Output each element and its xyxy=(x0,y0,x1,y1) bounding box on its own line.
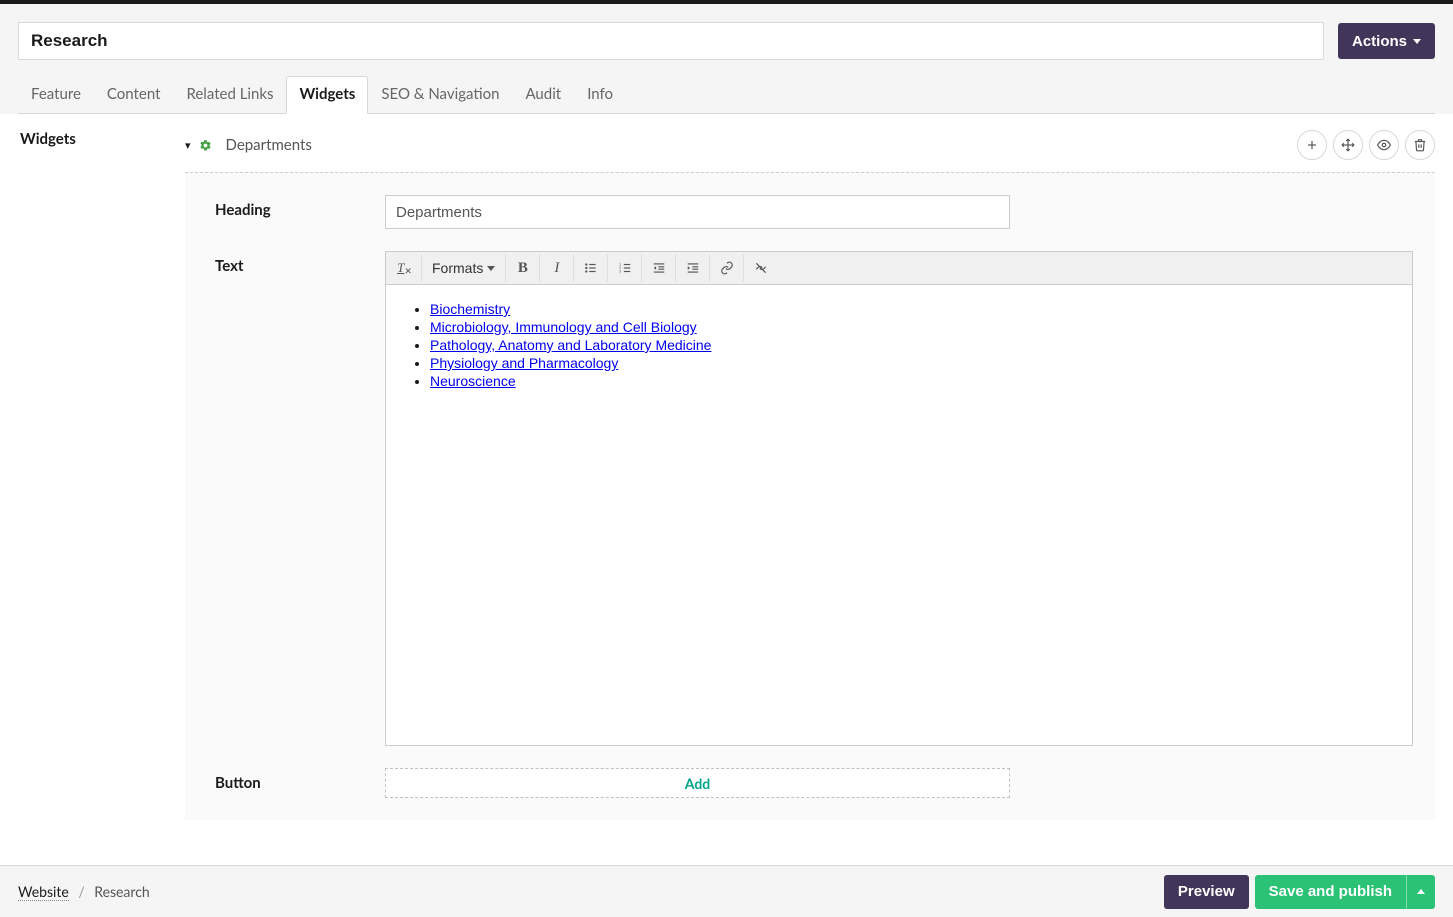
rich-text-editor: T✕ Formats B I 1 xyxy=(385,251,1413,746)
rte-toolbar: T✕ Formats B I 1 xyxy=(386,252,1412,285)
save-and-publish-button[interactable]: Save and publish xyxy=(1255,875,1406,909)
rte-content-area[interactable]: Biochemistry Microbiology, Immunology an… xyxy=(386,285,1412,745)
add-button-action[interactable]: Add xyxy=(385,768,1010,798)
tab-audit[interactable]: Audit xyxy=(512,76,574,114)
rte-clear-formatting-button[interactable]: T✕ xyxy=(388,254,422,282)
page-title-input[interactable] xyxy=(18,22,1324,60)
caret-down-icon xyxy=(1413,39,1421,44)
rte-bold-button[interactable]: B xyxy=(506,254,540,282)
tab-related-links[interactable]: Related Links xyxy=(173,76,286,114)
rte-italic-button[interactable]: I xyxy=(540,254,574,282)
rte-indent-button[interactable] xyxy=(676,254,710,282)
content-link[interactable]: Physiology and Pharmacology xyxy=(430,355,618,371)
tab-seo-navigation[interactable]: SEO & Navigation xyxy=(368,76,512,114)
preview-button[interactable]: Preview xyxy=(1164,875,1249,909)
move-widget-button[interactable] xyxy=(1333,130,1363,160)
caret-down-icon xyxy=(487,266,495,271)
widget-name: Departments xyxy=(226,136,312,154)
actions-label: Actions xyxy=(1352,33,1407,50)
section-title: Widgets xyxy=(20,130,185,148)
tab-info[interactable]: Info xyxy=(574,76,626,114)
breadcrumb-root-link[interactable]: Website xyxy=(18,883,69,901)
add-label: Add xyxy=(685,775,710,792)
heading-input[interactable] xyxy=(385,195,1010,229)
text-label: Text xyxy=(215,251,385,746)
content-link[interactable]: Microbiology, Immunology and Cell Biolog… xyxy=(430,319,697,335)
rte-outdent-button[interactable] xyxy=(642,254,676,282)
breadcrumb: Website / Research xyxy=(18,883,150,900)
preview-widget-button[interactable] xyxy=(1369,130,1399,160)
delete-widget-button[interactable] xyxy=(1405,130,1435,160)
content-link[interactable]: Pathology, Anatomy and Laboratory Medici… xyxy=(430,337,711,353)
rte-formats-dropdown[interactable]: Formats xyxy=(422,254,506,282)
add-widget-button[interactable] xyxy=(1297,130,1327,160)
actions-dropdown-button[interactable]: Actions xyxy=(1338,23,1435,59)
rte-numbered-list-button[interactable]: 123 xyxy=(608,254,642,282)
breadcrumb-separator: / xyxy=(78,883,84,900)
rte-unlink-button[interactable] xyxy=(744,254,778,282)
breadcrumb-current: Research xyxy=(94,883,149,900)
button-label: Button xyxy=(215,768,385,798)
caret-up-icon xyxy=(1417,889,1425,894)
collapse-toggle-icon[interactable]: ▾ xyxy=(185,139,191,152)
tab-widgets[interactable]: Widgets xyxy=(286,76,368,114)
rte-bullet-list-button[interactable] xyxy=(574,254,608,282)
content-link[interactable]: Neuroscience xyxy=(430,373,516,389)
tab-feature[interactable]: Feature xyxy=(18,76,94,114)
tab-content[interactable]: Content xyxy=(94,76,174,114)
save-label: Save and publish xyxy=(1269,883,1392,900)
heading-label: Heading xyxy=(215,195,385,229)
tab-bar: Feature Content Related Links Widgets SE… xyxy=(18,76,1435,114)
rte-link-button[interactable] xyxy=(710,254,744,282)
save-options-dropdown[interactable] xyxy=(1406,875,1435,909)
rte-formats-label: Formats xyxy=(432,260,483,276)
svg-text:3: 3 xyxy=(619,270,621,274)
settings-gear-icon[interactable] xyxy=(199,139,212,152)
preview-label: Preview xyxy=(1178,883,1235,900)
content-link[interactable]: Biochemistry xyxy=(430,301,510,317)
